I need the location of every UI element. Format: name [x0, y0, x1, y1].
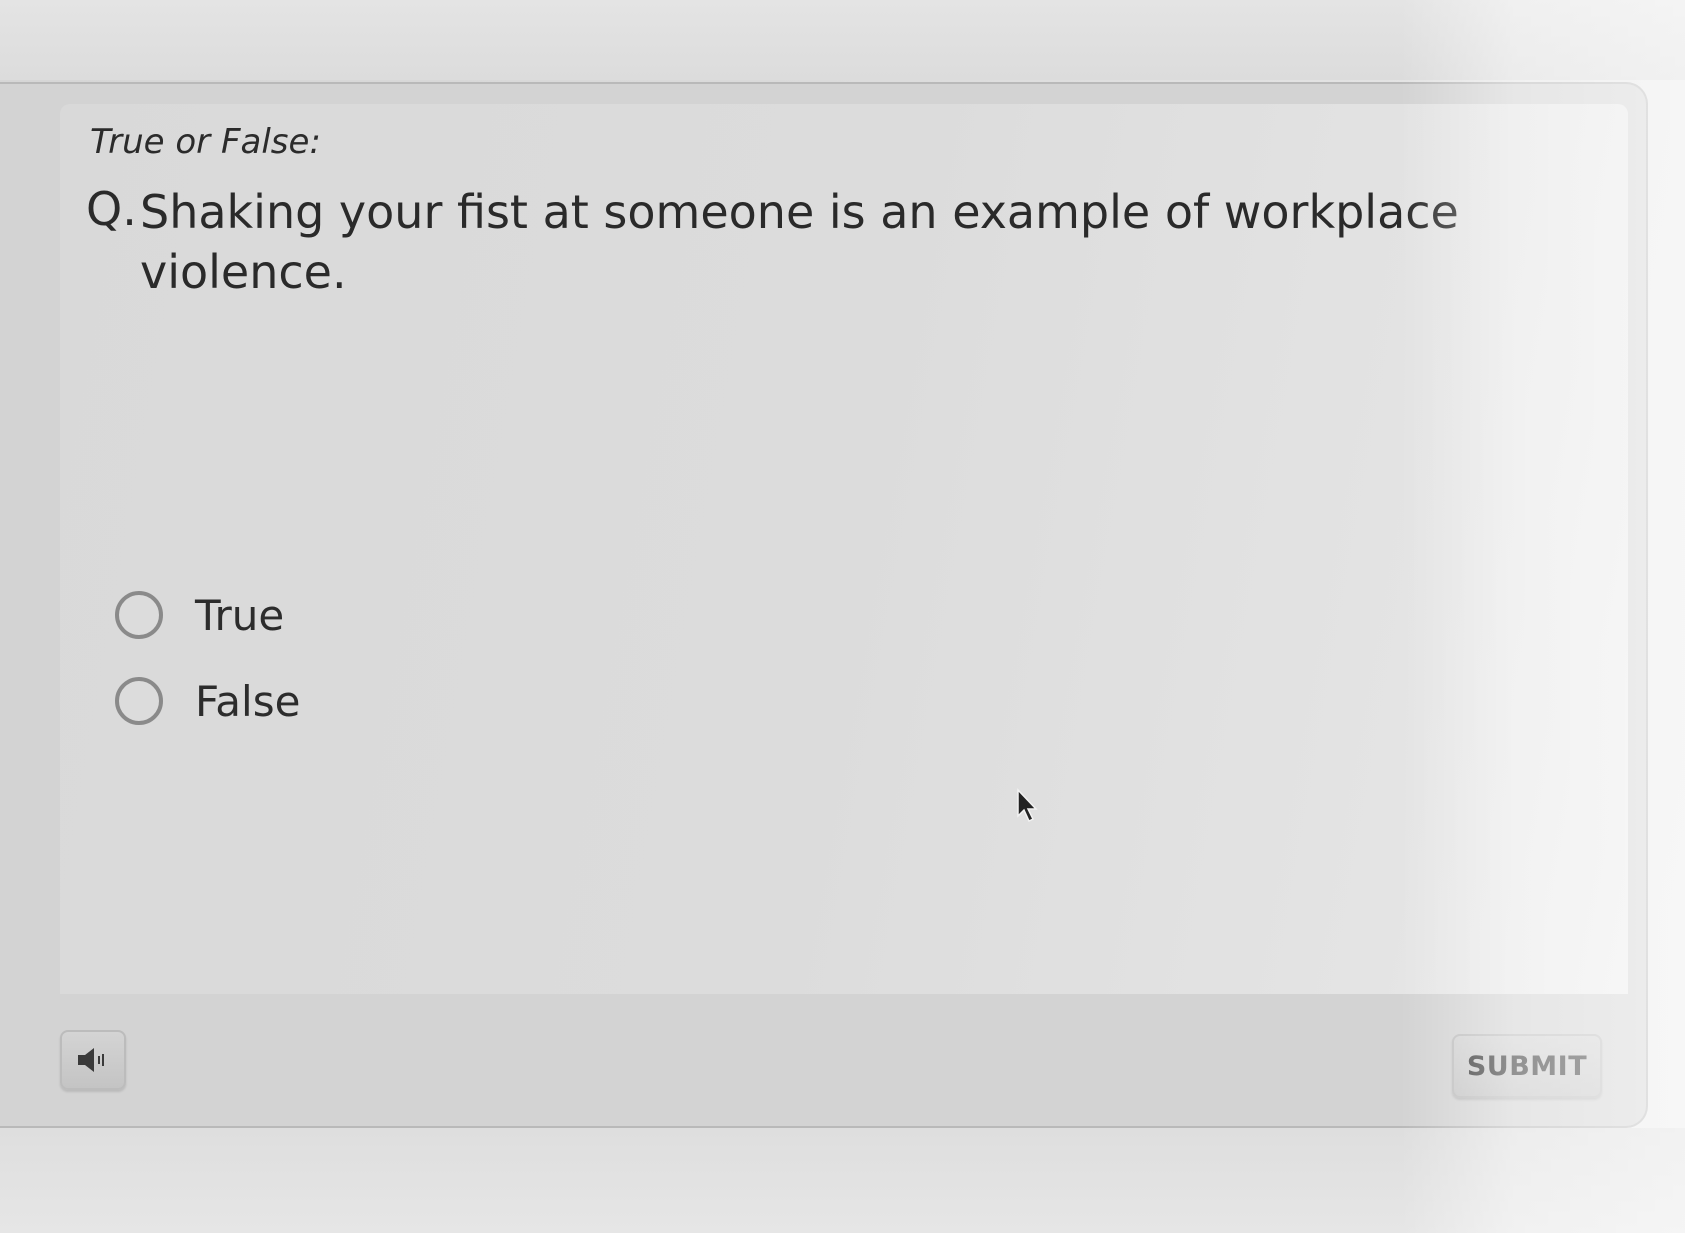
option-true[interactable]: True — [115, 572, 300, 658]
radio-true[interactable] — [115, 591, 163, 639]
question-type-label: True or False: — [90, 122, 321, 162]
option-label-true: True — [195, 590, 285, 640]
option-false[interactable]: False — [115, 658, 300, 744]
option-label-false: False — [195, 676, 301, 726]
radio-false[interactable] — [115, 677, 163, 725]
question-prefix: Q. — [86, 182, 137, 236]
speaker-icon — [78, 1048, 104, 1072]
submit-button[interactable]: SUBMIT — [1452, 1034, 1602, 1098]
screen-top-area — [0, 0, 1685, 80]
quiz-card: True or False: Q. Shaking your fist at s… — [0, 82, 1648, 1128]
answer-options: True False — [115, 572, 300, 744]
question-panel: True or False: Q. Shaking your fist at s… — [60, 104, 1628, 994]
mouse-cursor-icon — [1017, 788, 1038, 823]
screen-bottom-area — [0, 1128, 1685, 1233]
audio-button[interactable] — [60, 1030, 126, 1090]
question-text: Shaking your fist at someone is an examp… — [140, 185, 1459, 299]
